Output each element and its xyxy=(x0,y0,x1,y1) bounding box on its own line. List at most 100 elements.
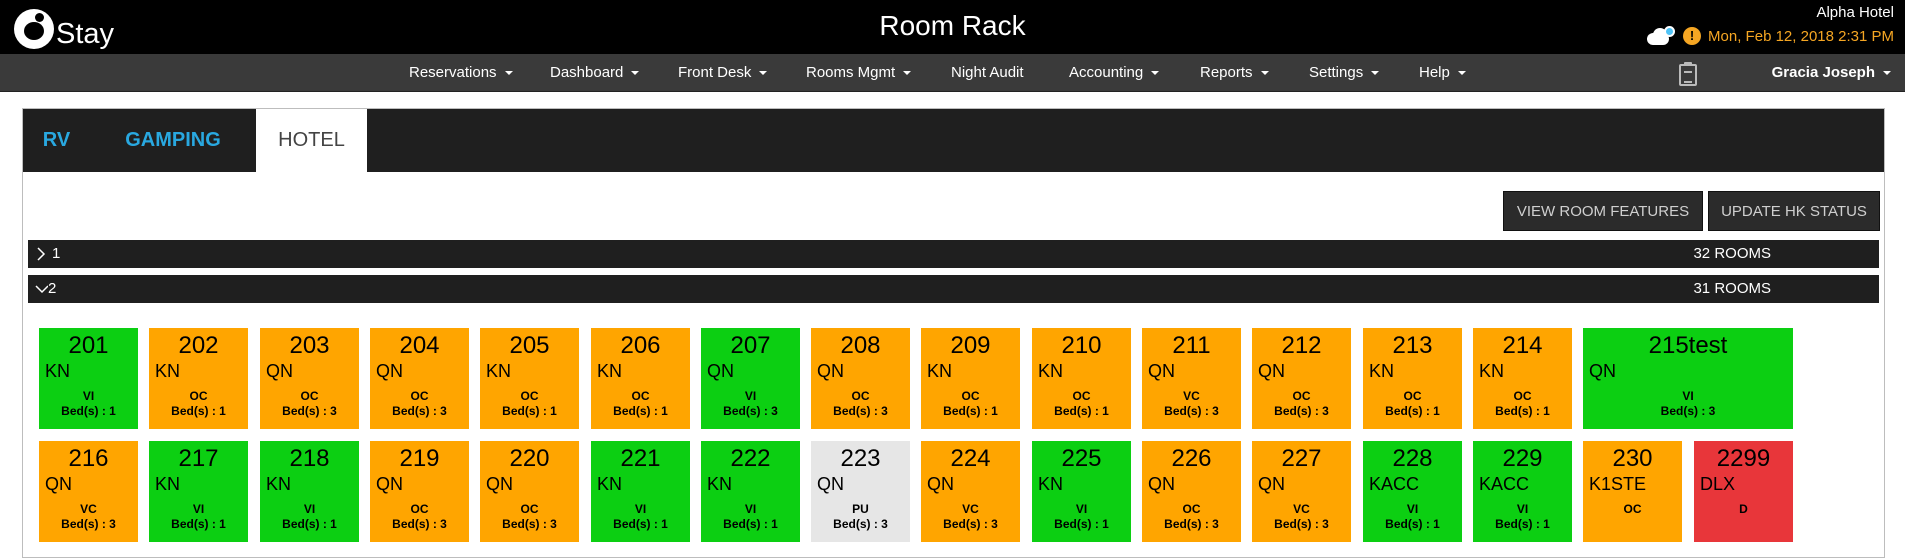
room-tile[interactable]: 223 QN PU Bed(s) : 3 xyxy=(811,441,910,542)
room-status: VI xyxy=(744,389,757,403)
room-tile[interactable]: 206 KN OC Bed(s) : 1 xyxy=(591,328,690,429)
chevron-down-icon xyxy=(35,285,48,294)
room-status: OC xyxy=(1182,502,1201,516)
weather-cloud-icon[interactable] xyxy=(1647,26,1677,46)
room-status: PU xyxy=(852,502,869,516)
nav-accounting[interactable]: Accounting xyxy=(1069,54,1160,92)
room-number: 230 xyxy=(1612,445,1653,472)
room-status: VI xyxy=(1682,389,1694,403)
room-beds: Bed(s) : 1 xyxy=(1054,404,1109,418)
room-status: VC xyxy=(962,502,979,516)
room-tile[interactable]: 218 KN VI Bed(s) : 1 xyxy=(260,441,359,542)
tab-gamping[interactable]: GAMPING xyxy=(90,109,256,172)
nav-settings[interactable]: Settings xyxy=(1309,54,1380,92)
room-tile[interactable]: 219 QN OC Bed(s) : 3 xyxy=(370,441,469,542)
nav-label: Front Desk xyxy=(678,64,752,81)
tab-hotel[interactable]: HOTEL xyxy=(256,109,367,172)
nav-night-audit[interactable]: Night Audit xyxy=(951,54,1024,92)
floor-number: 2 xyxy=(48,280,57,297)
room-beds: Bed(s) : 1 xyxy=(171,517,226,531)
update-hk-status-button[interactable]: UPDATE HK STATUS xyxy=(1708,191,1880,231)
room-tile[interactable]: 203 QN OC Bed(s) : 3 xyxy=(260,328,359,429)
floor-header-1[interactable]: 1 32 ROOMS xyxy=(28,240,1879,268)
room-beds: Bed(s) : 3 xyxy=(282,404,337,418)
room-beds: Bed(s) : 3 xyxy=(392,404,447,418)
room-status: OC xyxy=(961,389,980,403)
room-beds: Bed(s) : 1 xyxy=(1495,404,1550,418)
room-tile[interactable]: 205 KN OC Bed(s) : 1 xyxy=(480,328,579,429)
room-tile[interactable]: 227 QN VC Bed(s) : 3 xyxy=(1252,441,1351,542)
nav-front-desk[interactable]: Front Desk xyxy=(678,54,768,92)
room-tile[interactable]: 212 QN OC Bed(s) : 3 xyxy=(1252,328,1351,429)
room-status: OC xyxy=(631,389,650,403)
room-beds: Bed(s) : 3 xyxy=(1164,404,1219,418)
nav-dashboard[interactable]: Dashboard xyxy=(550,54,640,92)
room-type: KN xyxy=(597,474,623,494)
room-type: KN xyxy=(1369,361,1395,381)
room-number: 218 xyxy=(289,445,330,472)
room-type: QN xyxy=(817,474,844,494)
room-status: OC xyxy=(1072,389,1091,403)
room-number: 203 xyxy=(289,332,330,359)
nav-help[interactable]: Help xyxy=(1419,54,1466,92)
room-tile[interactable]: 204 QN OC Bed(s) : 3 xyxy=(370,328,469,429)
nav-rooms-mgmt[interactable]: Rooms Mgmt xyxy=(806,54,912,92)
warning-icon[interactable]: ! xyxy=(1683,27,1702,45)
room-beds: Bed(s) : 3 xyxy=(502,517,557,531)
room-tile[interactable]: 216 QN VC Bed(s) : 3 xyxy=(39,441,138,542)
room-number: 201 xyxy=(68,332,109,359)
room-tile[interactable]: 202 KN OC Bed(s) : 1 xyxy=(149,328,248,429)
room-tile[interactable]: 215test QN VI Bed(s) : 3 xyxy=(1583,328,1793,429)
room-tile[interactable]: 220 QN OC Bed(s) : 3 xyxy=(480,441,579,542)
tab-rv[interactable]: RV xyxy=(23,109,90,172)
room-status: VI xyxy=(192,502,205,516)
room-tile[interactable]: 214 KN OC Bed(s) : 1 xyxy=(1473,328,1572,429)
room-type: QN xyxy=(376,474,403,494)
caret-down-icon xyxy=(1151,71,1160,76)
nav-reservations[interactable]: Reservations xyxy=(409,54,513,92)
datetime-row: ! Mon, Feb 12, 2018 2:31 PM xyxy=(1647,26,1894,46)
room-type: QN xyxy=(707,361,734,381)
user-menu[interactable]: Gracia Joseph xyxy=(1772,54,1891,92)
room-status: VI xyxy=(82,389,95,403)
room-beds: Bed(s) : 1 xyxy=(1495,517,1550,531)
room-tile[interactable]: 209 KN OC Bed(s) : 1 xyxy=(921,328,1020,429)
room-tile[interactable]: 217 KN VI Bed(s) : 1 xyxy=(149,441,248,542)
room-tile[interactable]: 207 QN VI Bed(s) : 3 xyxy=(701,328,800,429)
room-status: OC xyxy=(1403,389,1422,403)
room-number: 202 xyxy=(178,332,219,359)
floor-header-2[interactable]: 2 31 ROOMS xyxy=(28,275,1879,303)
room-tile[interactable]: 213 KN OC Bed(s) : 1 xyxy=(1363,328,1462,429)
room-tile[interactable]: 225 KN VI Bed(s) : 1 xyxy=(1032,441,1131,542)
room-type: KN xyxy=(597,361,623,381)
clipboard-icon[interactable] xyxy=(1679,62,1697,86)
nav-reports[interactable]: Reports xyxy=(1200,54,1269,92)
room-beds: Bed(s) : 1 xyxy=(61,404,116,418)
room-tile[interactable]: 208 QN OC Bed(s) : 3 xyxy=(811,328,910,429)
room-type: QN xyxy=(45,474,72,494)
room-tile[interactable]: 226 QN OC Bed(s) : 3 xyxy=(1142,441,1241,542)
room-beds: Bed(s) : 3 xyxy=(723,404,778,418)
room-type: QN xyxy=(1589,361,1616,381)
room-beds: Bed(s) : 3 xyxy=(1164,517,1219,531)
room-tile[interactable]: 211 QN VC Bed(s) : 3 xyxy=(1142,328,1241,429)
room-type: QN xyxy=(927,474,954,494)
room-status: OC xyxy=(410,502,429,516)
room-tile[interactable]: 221 KN VI Bed(s) : 1 xyxy=(591,441,690,542)
room-tile[interactable]: 230 K1STE OC xyxy=(1583,441,1682,542)
view-room-features-button[interactable]: VIEW ROOM FEATURES xyxy=(1503,191,1703,231)
room-type: KN xyxy=(707,474,733,494)
room-tile[interactable]: 224 QN VC Bed(s) : 3 xyxy=(921,441,1020,542)
room-tile[interactable]: 229 KACC VI Bed(s) : 1 xyxy=(1473,441,1572,542)
room-beds: Bed(s) : 3 xyxy=(833,404,888,418)
room-status: OC xyxy=(851,389,870,403)
top-header: Stay Room Rack Alpha Hotel ! Mon, Feb 12… xyxy=(0,0,1905,54)
room-tile[interactable]: 210 KN OC Bed(s) : 1 xyxy=(1032,328,1131,429)
room-tile[interactable]: 2299 DLX D xyxy=(1694,441,1793,542)
room-type: QN xyxy=(1148,474,1175,494)
room-tile[interactable]: 228 KACC VI Bed(s) : 1 xyxy=(1363,441,1462,542)
room-tile[interactable]: 201 KN VI Bed(s) : 1 xyxy=(39,328,138,429)
room-status: OC xyxy=(1513,389,1532,403)
floor-room-count: 31 ROOMS xyxy=(1693,280,1771,297)
room-tile[interactable]: 222 KN VI Bed(s) : 1 xyxy=(701,441,800,542)
